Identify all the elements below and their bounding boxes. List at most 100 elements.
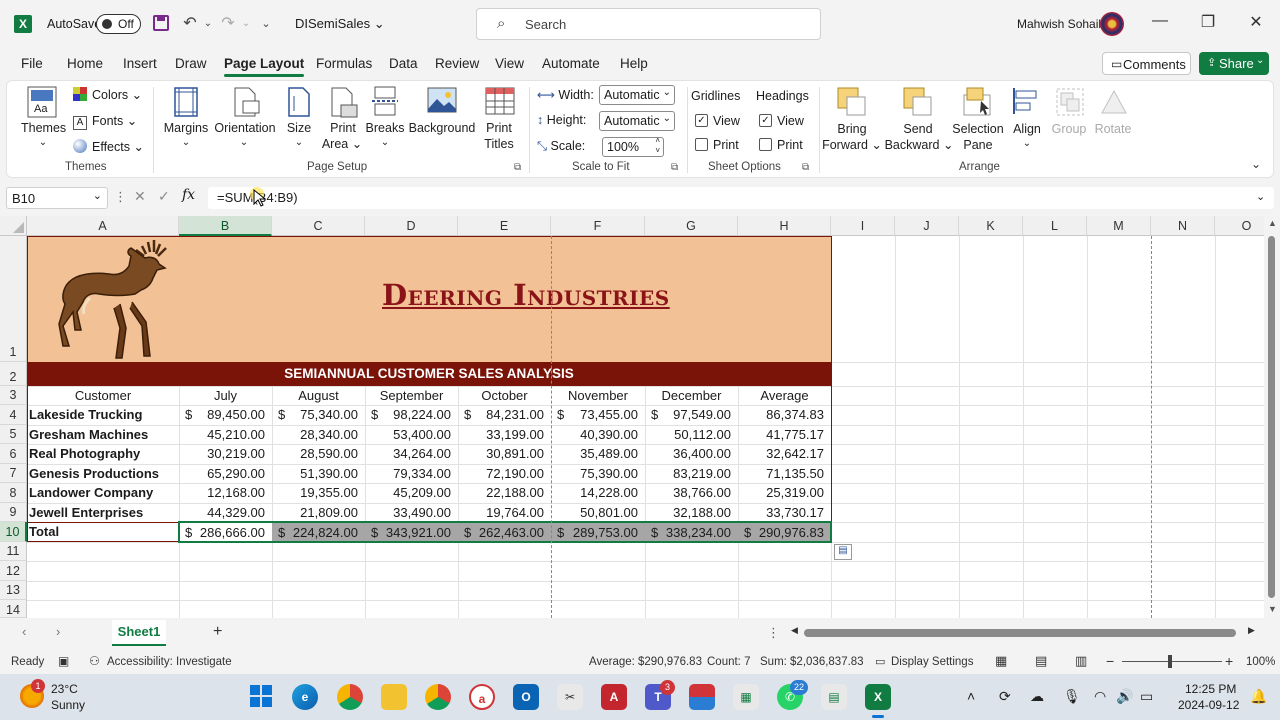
total-value-cell[interactable]: 262,463.00 — [458, 523, 544, 542]
selection-pane-label-1[interactable]: Selection — [951, 121, 1005, 137]
macro-record-icon[interactable]: ▣ — [58, 654, 69, 668]
sheet-tab-sheet1[interactable]: Sheet1 — [112, 620, 166, 646]
row-header-7[interactable]: 7 — [0, 464, 27, 483]
align-button[interactable]: Align — [1007, 121, 1047, 137]
customer-name-cell[interactable]: Genesis Productions — [29, 464, 159, 483]
total-value-cell[interactable]: 286,666.00 — [179, 523, 265, 542]
more-options-icon[interactable]: ⋮ — [114, 189, 127, 205]
tab-splitter-icon[interactable]: ⋮ — [767, 625, 780, 641]
value-cell[interactable]: 38,766.00 — [645, 483, 731, 502]
value-cell[interactable]: 32,642.17 — [738, 444, 824, 463]
column-header-m[interactable]: M — [1087, 216, 1151, 236]
column-header-j[interactable]: J — [895, 216, 959, 236]
value-cell[interactable]: 97,549.00 — [645, 405, 731, 424]
spinner-icon[interactable]: ˄ ˅ — [655, 136, 660, 156]
value-cell[interactable]: 35,489.00 — [551, 444, 638, 463]
wifi-icon[interactable]: ◠ — [1094, 688, 1106, 705]
header-average[interactable]: Average — [738, 386, 831, 405]
value-cell[interactable]: 44,329.00 — [179, 503, 265, 522]
tab-help[interactable]: Help — [620, 56, 648, 71]
value-cell[interactable]: 73,455.00 — [551, 405, 638, 424]
value-cell[interactable]: 19,355.00 — [272, 483, 358, 502]
header-september[interactable]: September — [365, 386, 458, 405]
tab-file[interactable]: File — [21, 56, 43, 71]
zoom-level[interactable]: 100% — [1246, 656, 1275, 668]
avatar[interactable] — [1100, 12, 1124, 36]
column-header-o[interactable]: O — [1215, 216, 1264, 236]
display-settings-button[interactable]: Display Settings — [891, 656, 973, 668]
scale-launcher-icon[interactable]: ⧉ — [671, 162, 678, 173]
value-cell[interactable]: 79,334.00 — [365, 464, 451, 483]
total-value-cell[interactable]: 224,824.00 — [272, 523, 358, 542]
vertical-scroll-thumb[interactable] — [1268, 236, 1275, 598]
headings-view-checkbox[interactable]: ✓ — [759, 114, 772, 127]
value-cell[interactable]: 45,209.00 — [365, 483, 451, 502]
value-cell[interactable]: 21,809.00 — [272, 503, 358, 522]
document-title[interactable]: DISemiSales ⌄ — [295, 16, 385, 32]
row-header-8[interactable]: 8 — [0, 483, 27, 503]
breaks-dropdown-icon[interactable]: ⌄ — [379, 135, 391, 151]
value-cell[interactable]: 51,390.00 — [272, 464, 358, 483]
value-cell[interactable]: 83,219.00 — [645, 464, 731, 483]
battery-icon[interactable]: ▭ — [1140, 688, 1153, 705]
status-average[interactable]: Average: $290,976.83 — [589, 656, 702, 668]
tab-page-layout[interactable]: Page Layout — [224, 56, 305, 77]
excel-app-icon[interactable]: X — [865, 684, 891, 710]
zoom-out-icon[interactable]: − — [1106, 653, 1114, 669]
formula-input[interactable]: =SUM(B4:B9) — [208, 187, 1274, 209]
row-header-11[interactable]: 11 — [0, 542, 27, 561]
cloud-icon[interactable]: ☁ — [1030, 688, 1044, 705]
customer-name-cell[interactable]: Landower Company — [29, 483, 153, 502]
row-header-9[interactable]: 9 — [0, 503, 27, 522]
value-cell[interactable]: 33,199.00 — [458, 425, 544, 444]
value-cell[interactable]: 75,340.00 — [272, 405, 358, 424]
customer-name-cell[interactable]: Real Photography — [29, 444, 140, 463]
value-cell[interactable]: 32,188.00 — [645, 503, 731, 522]
scroll-up-icon[interactable]: ▲ — [1268, 218, 1277, 228]
column-header-c[interactable]: C — [272, 216, 365, 236]
value-cell[interactable]: 36,400.00 — [645, 444, 731, 463]
value-cell[interactable]: 50,112.00 — [645, 425, 731, 444]
page-layout-view-icon[interactable]: ▤ — [1035, 653, 1047, 669]
colors-button[interactable]: Colors ⌄ — [73, 87, 142, 102]
value-cell[interactable]: 28,340.00 — [272, 425, 358, 444]
excel-file-icon[interactable]: ▦ — [733, 684, 759, 710]
sheet-options-launcher-icon[interactable]: ⧉ — [802, 162, 809, 173]
row-header-1[interactable]: 1 — [0, 236, 27, 362]
height-select[interactable]: Automatic ⌄ — [599, 111, 675, 131]
header-july[interactable]: July — [179, 386, 272, 405]
value-cell[interactable]: 72,190.00 — [458, 464, 544, 483]
value-cell[interactable]: 65,290.00 — [179, 464, 265, 483]
undo-icon[interactable]: ↶ — [180, 14, 200, 34]
tab-review[interactable]: Review — [435, 56, 479, 71]
snipping-tool-icon[interactable]: ✂ — [557, 684, 583, 710]
gridlines-print-checkbox[interactable] — [695, 138, 708, 151]
row-header-6[interactable]: 6 — [0, 444, 27, 464]
zoom-slider-thumb[interactable] — [1168, 655, 1172, 668]
edge-icon[interactable]: e — [292, 684, 318, 710]
tab-draw[interactable]: Draw — [175, 56, 207, 71]
send-backward-label-1[interactable]: Send — [895, 121, 941, 137]
insert-function-icon[interactable]: fx — [182, 187, 195, 203]
align-dropdown-icon[interactable]: ⌄ — [1021, 136, 1033, 152]
scroll-left-icon[interactable]: ◀ — [791, 625, 798, 636]
background-button[interactable]: Background — [407, 120, 477, 136]
select-all-corner[interactable] — [0, 216, 27, 236]
orientation-button[interactable]: Orientation — [211, 120, 279, 136]
themes-icon[interactable]: Aa — [27, 86, 57, 118]
total-value-cell[interactable]: 290,976.83 — [738, 523, 824, 542]
next-sheet-icon[interactable]: › — [56, 624, 60, 639]
volume-icon[interactable]: 🔊 — [1116, 688, 1133, 705]
customer-name-cell[interactable]: Jewell Enterprises — [29, 503, 143, 522]
autosave-toggle[interactable]: Off — [96, 14, 141, 34]
minimize-icon[interactable]: — — [1148, 12, 1172, 30]
status-sum[interactable]: Sum: $2,036,837.83 — [760, 656, 864, 668]
header-november[interactable]: November — [551, 386, 645, 405]
rotate-button[interactable]: Rotate — [1093, 121, 1133, 137]
print-titles-label-1[interactable]: Print — [481, 120, 517, 136]
value-cell[interactable]: 28,590.00 — [272, 444, 358, 463]
column-header-g[interactable]: G — [645, 216, 738, 236]
row-header-2[interactable]: 2 — [0, 362, 27, 386]
print-area-label-1[interactable]: Print — [323, 120, 363, 136]
headings-print-checkbox[interactable] — [759, 138, 772, 151]
